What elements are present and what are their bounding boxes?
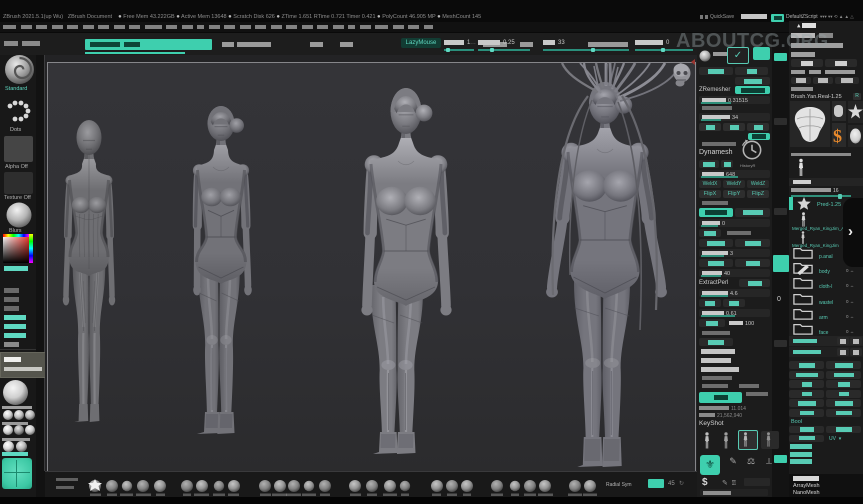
svg-text:$: $ bbox=[833, 126, 842, 146]
